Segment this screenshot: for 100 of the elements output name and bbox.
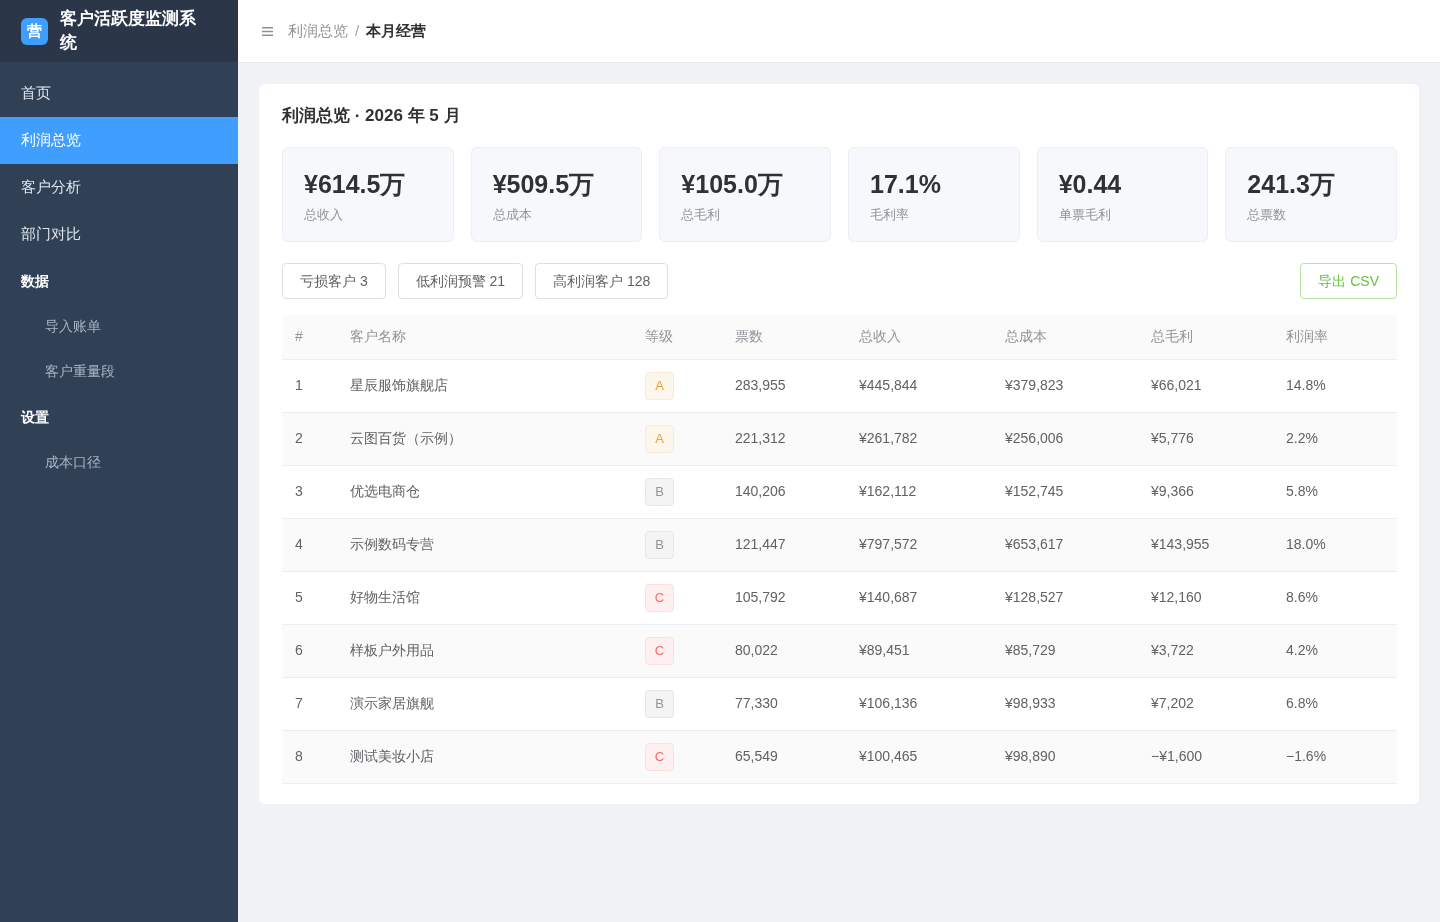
kpi-label: 总票数	[1247, 206, 1288, 224]
kpi-value: ¥105.0万	[681, 169, 784, 200]
column-header: 总收入	[859, 328, 901, 345]
table-cell: 8.6%	[1286, 589, 1318, 605]
table-cell: ¥256,006	[1005, 430, 1064, 446]
table-cell: 2	[295, 430, 303, 446]
nav-subitem[interactable]: 客户重量段	[0, 349, 238, 394]
panel-title: 利润总览 · 2026 年 5 月	[282, 105, 462, 127]
kpi-value: ¥509.5万	[492, 169, 596, 200]
table-cell: ¥3,722	[1151, 642, 1194, 658]
table-cell: −1.6%	[1286, 748, 1327, 764]
table-cell: ¥379,823	[1005, 377, 1064, 393]
table-cell: 2.2%	[1286, 430, 1318, 446]
grade-tag: B	[645, 689, 674, 718]
nav-item[interactable]: 部门对比	[0, 211, 238, 258]
app-title: 客户活跃度监测系统	[60, 8, 197, 54]
grade-tag: A	[645, 424, 674, 453]
table-cell: 4	[295, 536, 303, 552]
nav-item[interactable]: 客户分析	[0, 164, 238, 211]
table-cell: 80,022	[735, 642, 778, 658]
grade-tag: B	[645, 477, 674, 506]
nav-group-label: 数据	[20, 271, 50, 291]
table-cell: ¥7,202	[1151, 695, 1194, 711]
nav-subitem[interactable]: 成本口径	[0, 440, 238, 485]
table-cell: 18.0%	[1286, 536, 1326, 552]
table-cell: ¥152,745	[1005, 483, 1064, 499]
table-cell: 星辰服饰旗舰店	[350, 377, 448, 393]
filter-button[interactable]: 高利润客户 128	[535, 263, 669, 299]
table-cell: 105,792	[735, 589, 786, 605]
column-header: 利润率	[1286, 328, 1328, 345]
table-cell: 样板户外用品	[350, 642, 434, 658]
table-cell: 5	[295, 589, 303, 605]
table-cell: ¥85,729	[1005, 642, 1056, 658]
table-cell: ¥143,955	[1151, 536, 1210, 552]
grade-tag: C	[645, 636, 674, 665]
column-header: 票数	[735, 328, 763, 345]
table-cell: ¥12,160	[1151, 589, 1202, 605]
kpi-label: 毛利率	[870, 206, 910, 224]
table-cell: ¥100,465	[859, 748, 918, 764]
table-cell: 121,447	[735, 536, 786, 552]
table-cell: 8	[295, 748, 303, 764]
filter-button[interactable]: 低利润预警 21	[397, 263, 524, 299]
table-cell: 6	[295, 642, 303, 658]
filter-button[interactable]: 亏损客户 3	[282, 263, 386, 299]
nav-group-label: 设置	[19, 407, 50, 427]
table-cell: 7	[295, 695, 303, 711]
table-cell: ¥797,572	[859, 536, 918, 552]
kpi-label: 单票毛利	[1058, 206, 1112, 224]
table-cell: 演示家居旗舰	[350, 695, 434, 711]
table-cell: ¥9,366	[1151, 483, 1194, 499]
table-cell: 3	[295, 483, 303, 499]
kpi-value: 241.3万	[1247, 169, 1336, 200]
table-cell: 14.8%	[1286, 377, 1326, 393]
table-cell: ¥140,687	[859, 589, 918, 605]
table-cell: ¥98,890	[1005, 748, 1056, 764]
kpi-label: 总成本	[492, 206, 533, 224]
table-cell: ¥89,451	[859, 642, 910, 658]
table-cell: 77,330	[735, 695, 778, 711]
table-cell: 1	[295, 377, 303, 393]
column-header: 总成本	[1005, 328, 1047, 345]
app-logo: 营	[21, 17, 48, 45]
breadcrumb-separator: /	[355, 20, 360, 41]
table-cell: −¥1,600	[1151, 748, 1202, 764]
table-cell: 140,206	[735, 483, 786, 499]
grade-tag: A	[645, 371, 674, 400]
column-header: 总毛利	[1151, 328, 1193, 345]
breadcrumb-item: 本月经营	[366, 20, 427, 41]
table-cell: ¥106,136	[859, 695, 918, 711]
table-cell: 65,549	[735, 748, 778, 764]
table-cell: ¥128,527	[1005, 589, 1064, 605]
table-cell: ¥98,933	[1005, 695, 1056, 711]
kpi-label: 总毛利	[681, 206, 722, 224]
kpi-value: ¥0.44	[1058, 169, 1123, 200]
column-header: 客户名称	[350, 328, 406, 345]
table-cell: 优选电商仓	[350, 483, 420, 499]
grade-tag: C	[645, 583, 674, 612]
table-cell: 283,955	[735, 377, 786, 393]
table-cell: ¥162,112	[859, 483, 917, 499]
grade-tag: C	[645, 742, 674, 771]
table-cell: 示例数码专营	[350, 536, 434, 552]
table-cell: 6.8%	[1286, 695, 1318, 711]
table-cell: 4.2%	[1286, 642, 1318, 658]
table-cell: ¥5,776	[1151, 430, 1194, 446]
table-cell: 好物生活馆	[350, 589, 420, 605]
menu-icon[interactable]	[262, 26, 273, 36]
table-cell: 云图百货（示例）	[350, 430, 462, 446]
table-cell: 221,312	[735, 430, 786, 446]
column-header: 等级	[645, 328, 673, 345]
table-cell: ¥66,021	[1151, 377, 1202, 393]
table-cell: 测试美妆小店	[350, 748, 434, 764]
table-cell: ¥445,844	[859, 377, 918, 393]
grade-tag: B	[645, 530, 674, 559]
kpi-value: 17.1%	[870, 169, 942, 200]
kpi-value: ¥614.5万	[304, 169, 407, 200]
kpi-label: 总收入	[304, 206, 344, 224]
column-header: #	[295, 328, 303, 345]
table-cell: 5.8%	[1286, 483, 1318, 499]
table-cell: ¥261,782	[859, 430, 918, 446]
nav-item[interactable]: 首页	[0, 70, 238, 117]
nav-subitem[interactable]: 导入账单	[0, 304, 238, 349]
